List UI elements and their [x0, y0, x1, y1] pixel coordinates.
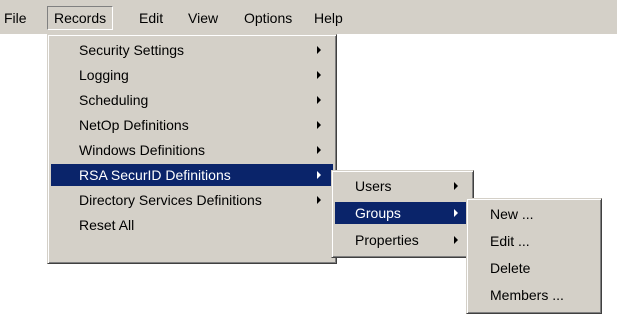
- menu-item-label: Edit ...: [490, 233, 530, 249]
- submenu-arrow-icon: [317, 196, 321, 204]
- menu-edit[interactable]: Edit: [139, 8, 163, 28]
- records-menu: Security Settings Logging Scheduling Net…: [47, 34, 337, 264]
- menu-item-label: Delete: [490, 260, 531, 276]
- submenu-arrow-icon: [317, 46, 321, 54]
- submenu-arrow-icon: [317, 121, 321, 129]
- submenu-arrow-icon: [454, 182, 458, 190]
- menu-file[interactable]: File: [4, 8, 27, 28]
- menu-help[interactable]: Help: [314, 8, 343, 28]
- groups-submenu: New ... Edit ... Delete Members ...: [466, 198, 602, 314]
- menu-bar: File Records Edit View Options Help: [0, 0, 617, 34]
- menu-view[interactable]: View: [188, 8, 218, 28]
- menu-records[interactable]: Records: [47, 6, 114, 30]
- menu-item-windows-definitions[interactable]: Windows Definitions: [51, 139, 333, 161]
- menu-item-groups[interactable]: Groups: [335, 202, 470, 224]
- menu-item-scheduling[interactable]: Scheduling: [51, 89, 333, 111]
- menu-item-reset-all[interactable]: Reset All: [51, 214, 333, 236]
- menu-item-label: Security Settings: [79, 42, 185, 58]
- menu-item-logging[interactable]: Logging: [51, 64, 333, 86]
- menu-item-rsa-securid-definitions[interactable]: RSA SecurID Definitions: [51, 164, 333, 186]
- menu-item-label: NetOp Definitions: [79, 117, 189, 133]
- submenu-arrow-icon: [317, 146, 321, 154]
- menu-item-directory-services-definitions[interactable]: Directory Services Definitions: [51, 189, 333, 211]
- menu-item-label: Scheduling: [79, 92, 149, 108]
- submenu-arrow-icon: [317, 171, 321, 179]
- menu-item-edit[interactable]: Edit ...: [470, 230, 598, 252]
- submenu-arrow-icon: [454, 236, 458, 244]
- menu-item-properties[interactable]: Properties: [335, 229, 470, 251]
- menu-item-label: Reset All: [79, 217, 135, 233]
- menu-item-label: Directory Services Definitions: [79, 192, 262, 208]
- submenu-arrow-icon: [317, 71, 321, 79]
- menu-item-users[interactable]: Users: [335, 175, 470, 197]
- menu-item-label: Properties: [355, 232, 419, 248]
- menu-item-delete[interactable]: Delete: [470, 257, 598, 279]
- menu-item-label: Windows Definitions: [79, 142, 206, 158]
- menu-item-label: Groups: [355, 205, 401, 221]
- submenu-arrow-icon: [317, 96, 321, 104]
- menu-item-members[interactable]: Members ...: [470, 284, 598, 306]
- menu-options[interactable]: Options: [244, 8, 292, 28]
- menu-item-label: Users: [355, 178, 392, 194]
- menu-item-new[interactable]: New ...: [470, 203, 598, 225]
- menu-item-label: Logging: [79, 67, 129, 83]
- menu-item-netop-definitions[interactable]: NetOp Definitions: [51, 114, 333, 136]
- menu-item-security-settings[interactable]: Security Settings: [51, 39, 333, 61]
- submenu-arrow-icon: [454, 209, 458, 217]
- menu-item-label: RSA SecurID Definitions: [79, 167, 231, 183]
- menu-item-label: Members ...: [490, 287, 564, 303]
- menu-item-label: New ...: [490, 206, 534, 222]
- rsa-submenu: Users Groups Properties: [331, 170, 474, 258]
